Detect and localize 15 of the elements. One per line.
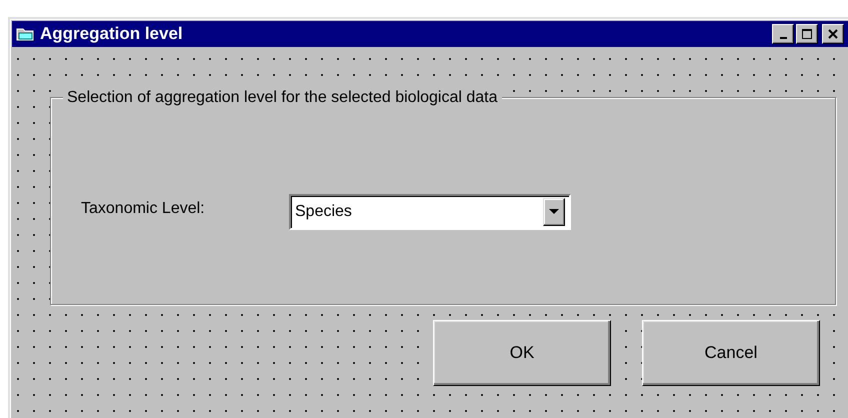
cancel-button[interactable]: Cancel [642,320,820,386]
frame-caption: Selection of aggregation level for the selected biological data [63,89,502,107]
minimize-icon [780,37,786,39]
minimize-button[interactable] [772,24,794,44]
maximize-button[interactable] [796,24,818,44]
caret-icon [549,209,559,215]
window-icon [16,27,34,41]
taxonomic-level-dropdown[interactable]: Species [289,194,571,230]
taxonomic-level-label: Taxonomic Level: [81,200,205,218]
close-button[interactable] [822,24,844,44]
window-title: Aggregation level [40,24,184,44]
close-icon [827,28,839,40]
dropdown-button[interactable] [543,198,565,226]
ok-button[interactable]: OK [433,320,611,386]
maximize-icon [801,28,813,40]
